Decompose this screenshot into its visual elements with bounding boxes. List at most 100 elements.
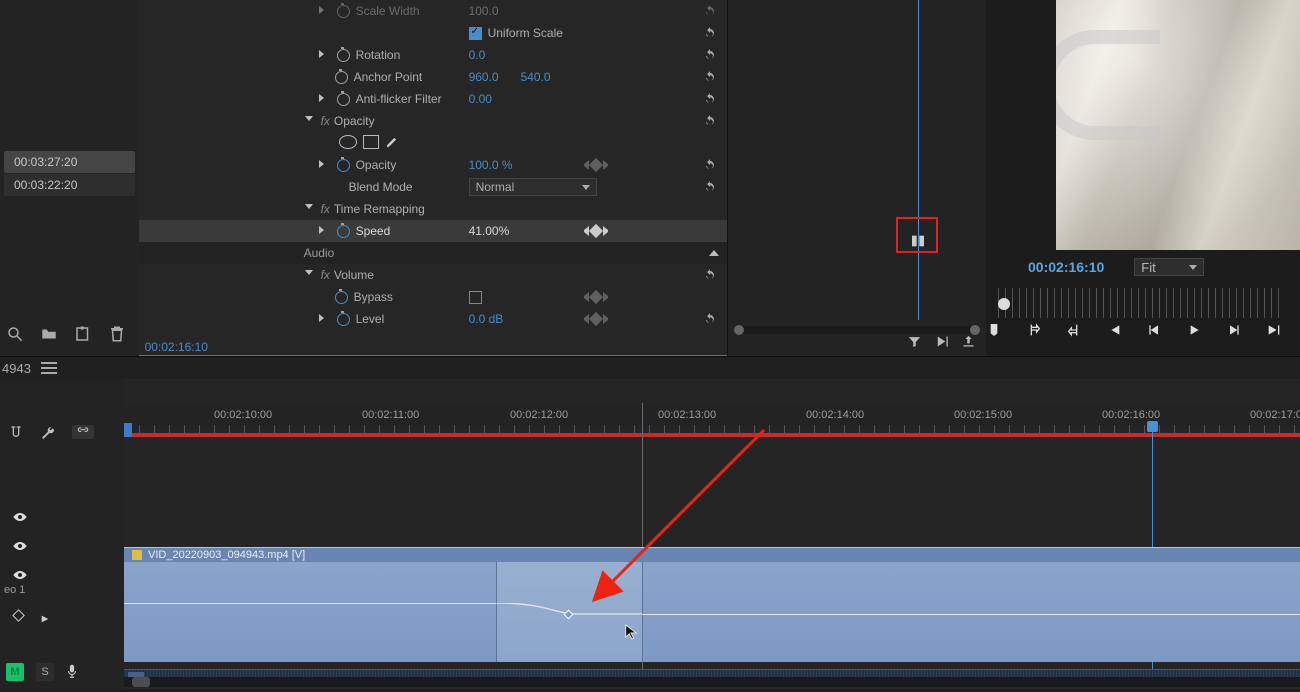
chevron-down-icon [582, 185, 590, 190]
mute-button[interactable]: M [6, 663, 24, 681]
track-visibility-icon[interactable] [12, 569, 28, 584]
keyframe-nav[interactable] [579, 160, 613, 170]
step-forward-icon[interactable] [1226, 322, 1242, 341]
playhead-line [918, 0, 919, 320]
track-visibility-icon[interactable] [12, 540, 28, 555]
panel-menu-icon[interactable] [41, 362, 57, 374]
blend-mode-value: Normal [476, 180, 515, 194]
reset-icon[interactable] [703, 48, 717, 62]
group-volume[interactable]: Volume [334, 268, 374, 282]
program-monitor: 00:02:16:10 Fit [986, 0, 1300, 356]
keyframe-nav[interactable] [579, 226, 613, 236]
voice-over-icon[interactable] [66, 664, 78, 681]
effects-timecode[interactable]: 00:02:16:10 [145, 340, 208, 354]
fx-badge: fx [321, 202, 330, 216]
reset-icon[interactable] [703, 158, 717, 172]
out-point-icon[interactable] [1066, 322, 1082, 341]
work-area-bar[interactable] [124, 433, 1300, 437]
timeline-scrollbar[interactable] [124, 677, 1300, 687]
value-rotation[interactable]: 0.0 [469, 48, 486, 62]
new-item-icon[interactable] [74, 325, 92, 346]
stopwatch-icon[interactable] [337, 5, 350, 18]
project-item-2[interactable]: 00:03:22:20 [4, 174, 135, 196]
mask-pen-icon[interactable] [385, 135, 399, 152]
prop-flicker: Anti-flicker Filter [356, 92, 442, 106]
effects-timeline[interactable] [728, 0, 986, 356]
track-header: eo 1 M S [0, 379, 124, 689]
search-icon[interactable] [6, 325, 24, 346]
fit-value: Fit [1141, 260, 1155, 275]
value-anchor-y[interactable]: 540.0 [521, 70, 551, 84]
trash-icon[interactable] [108, 325, 126, 346]
go-to-out-icon[interactable] [1266, 322, 1282, 341]
timeline-panel: 4943 eo 1 M S [0, 357, 1300, 692]
value-speed[interactable]: 41.00% [469, 224, 510, 238]
annotation-box [896, 217, 938, 253]
add-keyframe-icon[interactable] [12, 609, 25, 622]
filter-icon[interactable] [907, 334, 922, 352]
reset-icon[interactable] [703, 312, 717, 326]
stopwatch-icon[interactable] [337, 93, 350, 106]
stopwatch-icon[interactable] [337, 313, 350, 326]
stopwatch-icon[interactable] [337, 49, 350, 62]
fx-badge: fx [321, 268, 330, 282]
prop-rotation: Rotation [356, 48, 401, 62]
collapse-up-icon[interactable] [709, 250, 719, 256]
step-back-icon[interactable] [1146, 322, 1162, 341]
play-only-icon[interactable] [934, 334, 949, 352]
expand-track-icon[interactable] [40, 612, 50, 627]
speed-keyframe[interactable] [910, 233, 926, 252]
mask-rect-icon[interactable] [363, 135, 379, 149]
reset-icon[interactable] [703, 26, 717, 40]
settings-icon[interactable] [40, 425, 56, 444]
monitor-scrubber[interactable] [998, 288, 1282, 318]
bypass-checkbox[interactable] [469, 291, 482, 304]
mask-ellipse-icon[interactable] [339, 135, 357, 149]
stopwatch-icon[interactable] [337, 159, 350, 172]
group-opacity[interactable]: Opacity [334, 114, 375, 128]
track-label: eo 1 [4, 584, 25, 596]
value-level[interactable]: 0.0 dB [469, 312, 504, 326]
uniform-scale-checkbox[interactable] [469, 27, 482, 40]
in-point-icon[interactable] [1026, 322, 1042, 341]
project-item-1[interactable]: 00:03:27:20 [4, 151, 135, 173]
reset-icon[interactable] [703, 92, 717, 106]
effect-controls-panel: Scale Width 100.0 Uniform Scale Rotation… [139, 0, 729, 356]
folder-icon[interactable] [40, 325, 58, 346]
group-time-remap[interactable]: Time Remapping [334, 202, 425, 216]
sequence-tab[interactable]: 4943 [2, 361, 31, 376]
go-to-in-icon[interactable] [1106, 322, 1122, 341]
preview-viewport[interactable] [1056, 0, 1300, 250]
monitor-timecode[interactable]: 00:02:16:10 [1028, 259, 1104, 275]
track-visibility-icon[interactable] [12, 511, 28, 526]
reset-icon[interactable] [703, 180, 717, 194]
reset-icon[interactable] [703, 114, 717, 128]
fit-dropdown[interactable]: Fit [1134, 258, 1204, 276]
group-audio[interactable]: Audio [304, 246, 335, 260]
solo-button[interactable]: S [36, 663, 54, 681]
stopwatch-icon[interactable] [335, 71, 348, 84]
effects-scrollbar[interactable] [734, 326, 980, 334]
value-flicker[interactable]: 0.00 [469, 92, 492, 106]
value-opacity[interactable]: 100.0 % [469, 158, 513, 172]
timeline-tracks[interactable]: VID_20220903_094943.mp4 [V] 00:02:1 [124, 379, 1300, 689]
keyframe-nav[interactable] [579, 292, 613, 302]
reset-icon[interactable] [703, 70, 717, 84]
blend-mode-dropdown[interactable]: Normal [469, 178, 597, 196]
value-anchor-x[interactable]: 960.0 [469, 70, 499, 84]
ruler-tick: 00:02:17:00 [1250, 409, 1300, 421]
export-icon[interactable] [961, 334, 976, 352]
marker-icon[interactable] [986, 322, 1002, 341]
linked-selection-icon[interactable] [72, 425, 94, 439]
video-clip[interactable]: VID_20220903_094943.mp4 [V] [124, 547, 1300, 662]
prop-bypass: Bypass [354, 290, 393, 304]
snap-icon[interactable] [8, 425, 24, 444]
keyframe-nav[interactable] [579, 314, 613, 324]
stopwatch-icon[interactable] [335, 291, 348, 304]
reset-icon[interactable] [703, 4, 717, 18]
ruler-tick: 00:02:11:00 [362, 409, 419, 421]
reset-icon[interactable] [703, 268, 717, 282]
stopwatch-icon[interactable] [337, 225, 350, 238]
value-scale-width[interactable]: 100.0 [469, 4, 499, 18]
play-icon[interactable] [1186, 322, 1202, 341]
